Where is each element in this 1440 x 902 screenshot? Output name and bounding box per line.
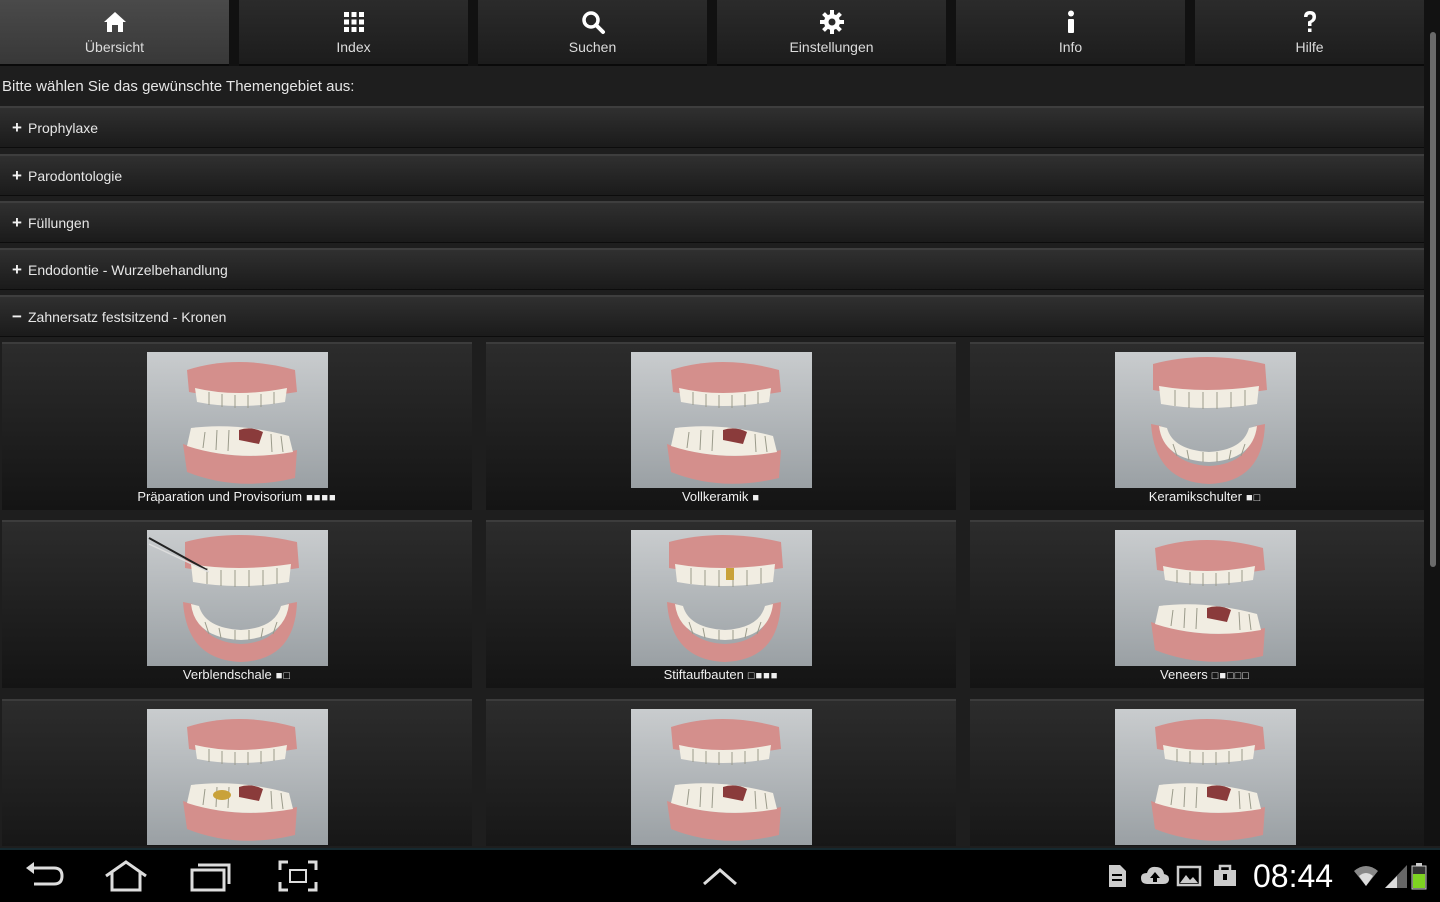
section-zahnersatz-kronen[interactable]: − Zahnersatz festsitzend - Kronen bbox=[0, 295, 1424, 337]
grid-item-verblendschale[interactable]: Verblendschale ■□ bbox=[2, 520, 472, 688]
tab-label: Hilfe bbox=[1295, 39, 1324, 55]
back-icon bbox=[26, 862, 64, 886]
recent-apps-button[interactable] bbox=[186, 858, 234, 894]
collapse-icon: − bbox=[12, 307, 22, 326]
expand-icon: + bbox=[12, 213, 22, 232]
top-tab-bar: Übersicht Index Suchen Einstellungen Inf… bbox=[0, 0, 1424, 66]
item-caption: Vollkeramik ■ bbox=[681, 489, 761, 504]
dental-model-image bbox=[631, 352, 812, 488]
tab-label: Suchen bbox=[568, 39, 617, 55]
grid-item-veneers[interactable]: Veneers □■□□□ bbox=[970, 520, 1424, 688]
tab-label: Info bbox=[1058, 39, 1083, 55]
grid-item-keramikschulter[interactable]: Keramikschulter ■□ bbox=[970, 342, 1424, 510]
info-icon bbox=[1067, 10, 1074, 33]
rating-dots: ■□ bbox=[275, 670, 292, 682]
section-label: Prophylaxe bbox=[28, 120, 99, 136]
tab-hilfe[interactable]: Hilfe bbox=[1195, 0, 1424, 66]
document-icon bbox=[1104, 862, 1130, 890]
section-label: Parodontologie bbox=[28, 168, 123, 184]
tab-suchen[interactable]: Suchen bbox=[478, 0, 707, 66]
tab-label: Index bbox=[336, 39, 371, 55]
dental-model-image bbox=[1115, 530, 1296, 666]
gear-icon bbox=[819, 10, 844, 34]
tab-einstellungen[interactable]: Einstellungen bbox=[717, 0, 946, 66]
battery-icon bbox=[1410, 862, 1428, 890]
grid-item-8[interactable] bbox=[486, 699, 956, 846]
rating-dots: ■ bbox=[752, 492, 761, 504]
scrollbar-thumb[interactable] bbox=[1430, 32, 1436, 567]
grid-item-vollkeramik[interactable]: Vollkeramik ■ bbox=[486, 342, 956, 510]
topic-grid: Präparation und Provisorium ■■■■ Vollkera… bbox=[2, 342, 1424, 846]
dental-model-image bbox=[147, 530, 328, 666]
clock: 08:44 bbox=[1253, 858, 1334, 894]
expand-icon: + bbox=[12, 260, 22, 279]
signal-icon bbox=[1383, 862, 1409, 890]
help-icon bbox=[1303, 11, 1316, 32]
dental-model-image bbox=[631, 530, 812, 666]
home-icon bbox=[103, 12, 126, 32]
expand-icon: + bbox=[12, 118, 22, 137]
section-fuellungen[interactable]: + Füllungen bbox=[0, 201, 1424, 243]
tab-info[interactable]: Info bbox=[956, 0, 1185, 66]
rating-dots: □■■■ bbox=[747, 670, 779, 682]
dental-model-image bbox=[1115, 709, 1296, 845]
back-button[interactable] bbox=[20, 858, 68, 894]
section-label: Füllungen bbox=[28, 215, 90, 231]
cloud-upload-icon bbox=[1140, 862, 1170, 890]
rating-dots: ■■■■ bbox=[306, 492, 337, 504]
section-parodontologie[interactable]: + Parodontologie bbox=[0, 154, 1424, 196]
home-outline-icon bbox=[105, 860, 147, 892]
recent-apps-icon bbox=[190, 863, 231, 892]
shopping-bag-icon bbox=[1212, 862, 1238, 890]
tab-label: Einstellungen bbox=[789, 39, 874, 55]
rating-dots: ■□ bbox=[1245, 492, 1262, 504]
search-icon bbox=[581, 11, 605, 34]
item-caption: Veneers □■□□□ bbox=[1160, 667, 1250, 682]
section-label: Zahnersatz festsitzend - Kronen bbox=[28, 309, 227, 325]
grid-item-9[interactable] bbox=[970, 699, 1424, 846]
screenshot-button[interactable] bbox=[274, 858, 322, 894]
expand-icon: + bbox=[12, 166, 22, 185]
grid-item-7[interactable] bbox=[2, 699, 472, 846]
image-icon bbox=[1176, 862, 1202, 890]
grid-item-stiftaufbauten[interactable]: Stiftaufbauten □■■■ bbox=[486, 520, 956, 688]
dental-model-image bbox=[631, 709, 812, 845]
grid-item-praeparation[interactable]: Präparation und Provisorium ■■■■ bbox=[2, 342, 472, 510]
tab-uebersicht[interactable]: Übersicht bbox=[0, 0, 229, 66]
screenshot-icon bbox=[278, 860, 318, 892]
grid-icon bbox=[343, 12, 364, 32]
chevron-up-icon bbox=[703, 868, 737, 886]
item-caption: Präparation und Provisorium ■■■■ bbox=[137, 489, 337, 504]
item-caption: Keramikschulter ■□ bbox=[1148, 489, 1262, 504]
instruction-text: Bitte wählen Sie das gewünschte Themenge… bbox=[2, 78, 355, 95]
tab-index[interactable]: Index bbox=[239, 0, 468, 66]
app-drawer-button[interactable] bbox=[696, 858, 744, 894]
tab-label: Übersicht bbox=[84, 39, 145, 55]
wifi-icon bbox=[1353, 862, 1379, 890]
section-label: Endodontie - Wurzelbehandlung bbox=[28, 262, 228, 278]
section-prophylaxe[interactable]: + Prophylaxe bbox=[0, 106, 1424, 148]
dental-model-image bbox=[1115, 352, 1296, 488]
home-button[interactable] bbox=[102, 858, 150, 894]
system-navigation-bar: 08:44 bbox=[0, 848, 1440, 902]
item-caption: Verblendschale ■□ bbox=[182, 667, 292, 682]
rating-dots: □■□□□ bbox=[1211, 670, 1250, 682]
section-endodontie[interactable]: + Endodontie - Wurzelbehandlung bbox=[0, 248, 1424, 290]
dental-model-image bbox=[147, 709, 328, 845]
item-caption: Stiftaufbauten □■■■ bbox=[663, 667, 779, 682]
dental-model-image bbox=[147, 352, 328, 488]
